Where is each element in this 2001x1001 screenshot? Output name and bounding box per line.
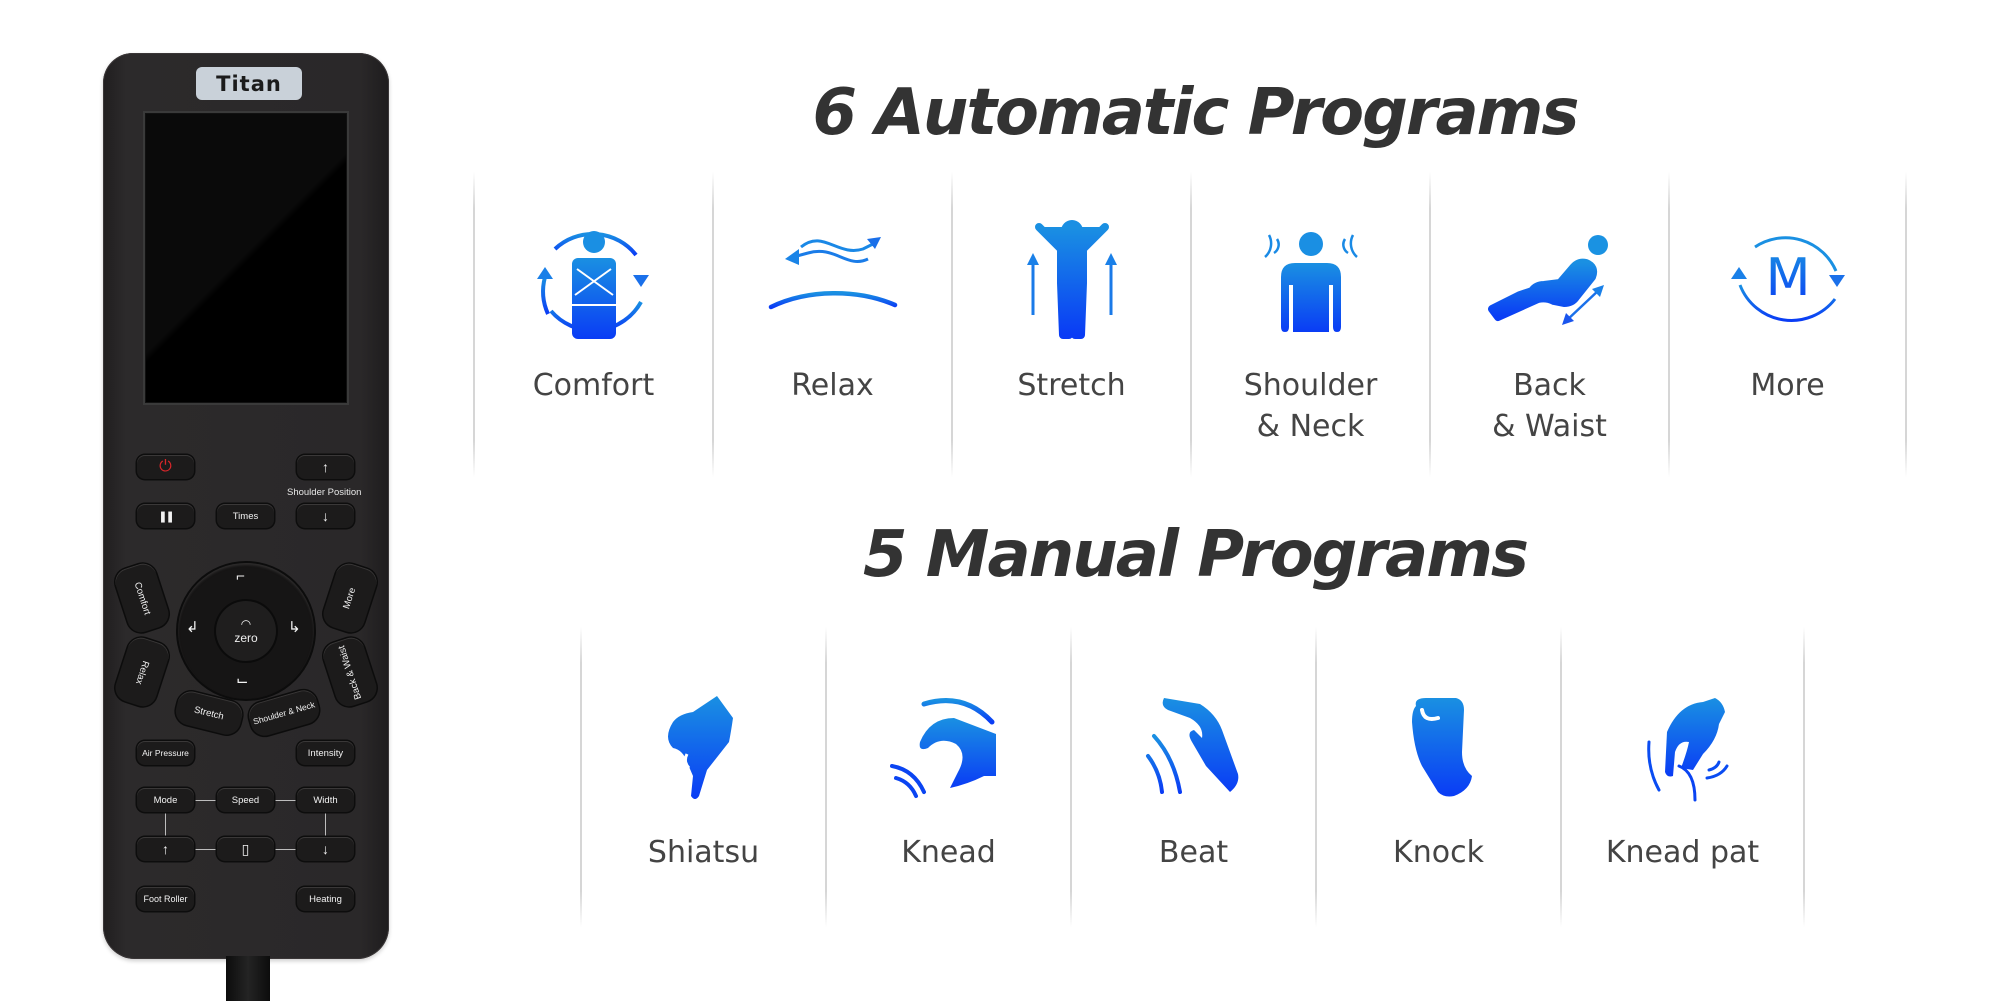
technique-knock: Knock xyxy=(1315,627,1560,927)
connector-line xyxy=(274,849,297,850)
connector-line xyxy=(274,800,297,801)
power-button[interactable]: ⏻ xyxy=(137,455,194,479)
power-icon: ⏻ xyxy=(159,458,172,475)
back-waist-button[interactable]: Back & Waist xyxy=(319,634,381,710)
comfort-button[interactable]: Comfort xyxy=(111,560,173,636)
adjust-down-button[interactable]: ↓ xyxy=(297,837,354,861)
times-button[interactable]: Times xyxy=(217,504,274,528)
mode-button[interactable]: Mode xyxy=(137,788,194,812)
foot-roller-button[interactable]: Foot Roller xyxy=(137,887,194,911)
adjust-up-button[interactable]: ↑ xyxy=(137,837,194,861)
roller-position-button[interactable]: ▯ xyxy=(217,837,274,861)
back-waist-button-label: Back & Waist xyxy=(336,643,364,701)
program-comfort: Comfort xyxy=(473,172,712,477)
zero-gravity-label: zero xyxy=(234,631,258,645)
shoulder-neck-icon xyxy=(1263,232,1358,332)
program-stretch: Stretch xyxy=(951,172,1190,477)
program-label: Shoulder & Neck xyxy=(1243,368,1378,444)
roller-icon: ▯ xyxy=(241,840,250,857)
back-waist-icon xyxy=(1487,235,1608,325)
air-pressure-button[interactable]: Air Pressure xyxy=(137,741,194,765)
connector-line xyxy=(194,800,217,801)
heating-button[interactable]: Heating xyxy=(297,887,354,911)
svg-text:M: M xyxy=(1765,248,1810,308)
automatic-programs-grid: Comfort Relax Stretch Shoulder & Neck Ba… xyxy=(473,172,1907,477)
relax-icon xyxy=(768,237,897,310)
stretch-button-label: Stretch xyxy=(193,704,225,722)
pause-button[interactable]: ❚❚ xyxy=(137,504,194,528)
pause-icon: ❚❚ xyxy=(158,510,175,523)
knock-fist-icon xyxy=(1411,698,1472,797)
recline-left-icon[interactable]: ↲ xyxy=(186,618,199,636)
program-label: Stretch xyxy=(1017,368,1126,403)
technique-beat: Beat xyxy=(1070,627,1315,927)
technique-knead: Knead xyxy=(825,627,1070,927)
connector-line xyxy=(194,849,217,850)
knead-hand-icon xyxy=(889,698,996,798)
comfort-button-label: Comfort xyxy=(131,580,153,616)
technique-shiatsu: Shiatsu xyxy=(580,627,825,927)
technique-label: Beat xyxy=(1158,835,1229,870)
program-more: M More xyxy=(1668,172,1907,477)
program-relax: Relax xyxy=(712,172,951,477)
automatic-programs-heading: 6 Automatic Programs xyxy=(812,76,1580,150)
shoulder-down-button[interactable]: ↓ xyxy=(297,504,354,528)
arrow-down-icon: ↓ xyxy=(322,841,329,857)
technique-label: Knead pat xyxy=(1605,835,1760,870)
program-label: Comfort xyxy=(532,368,655,403)
technique-label: Knead xyxy=(901,835,996,870)
more-button-label: More xyxy=(341,586,359,610)
comfort-icon xyxy=(536,231,649,339)
brand-label: Titan xyxy=(196,67,302,100)
recline-right-icon[interactable]: ↳ xyxy=(288,618,301,636)
program-shoulder-neck: Shoulder & Neck xyxy=(1190,172,1429,477)
shoulder-neck-button-label: Shoulder & Neck xyxy=(251,699,317,727)
shoulder-up-button[interactable]: ↑ xyxy=(297,455,354,479)
arrow-up-icon: ↑ xyxy=(162,841,169,857)
relax-button[interactable]: Relax xyxy=(111,634,173,710)
connector-line xyxy=(325,812,326,837)
arrow-up-icon: ↑ xyxy=(322,459,329,475)
program-back-waist: Back & Waist xyxy=(1429,172,1668,477)
program-label: Back & Waist xyxy=(1492,368,1607,444)
zero-gravity-icon: ◠ xyxy=(240,617,252,631)
shoulder-position-caption: Shoulder Position xyxy=(287,487,362,498)
program-label: More xyxy=(1750,368,1825,403)
stretch-icon xyxy=(1026,220,1117,339)
remote-cord xyxy=(226,956,270,1001)
more-icon: M xyxy=(1730,236,1845,322)
speed-button[interactable]: Speed xyxy=(217,788,274,812)
recline-dial[interactable]: ⌐ ↲ ↳ ⌙ ◠ zero xyxy=(178,563,314,699)
technique-label: Shiatsu xyxy=(647,835,760,870)
technique-knead-pat: Knead pat xyxy=(1560,627,1805,927)
knead-pat-hand-icon xyxy=(1646,698,1728,802)
remote-screen xyxy=(143,111,349,405)
recline-up-icon[interactable]: ⌐ xyxy=(236,568,245,585)
technique-label: Knock xyxy=(1393,835,1484,870)
width-button[interactable]: Width xyxy=(297,788,354,812)
relax-button-label: Relax xyxy=(133,658,151,686)
connector-line xyxy=(165,812,166,837)
shiatsu-hand-icon xyxy=(667,696,733,799)
recline-down-icon[interactable]: ⌙ xyxy=(236,671,249,689)
zero-gravity-button[interactable]: ◠ zero xyxy=(216,601,276,661)
arrow-down-icon: ↓ xyxy=(322,508,329,524)
intensity-button[interactable]: Intensity xyxy=(297,741,354,765)
more-button[interactable]: More xyxy=(319,560,381,636)
program-label: Relax xyxy=(791,368,874,403)
manual-programs-heading: 5 Manual Programs xyxy=(862,518,1529,592)
remote-control: Titan ⏻ ↑ Shoulder Position ❚❚ Times ↓ C… xyxy=(103,53,389,959)
beat-hand-icon xyxy=(1145,698,1238,794)
manual-programs-grid: Shiatsu Knead Beat Knock Knead pat xyxy=(580,627,1805,927)
